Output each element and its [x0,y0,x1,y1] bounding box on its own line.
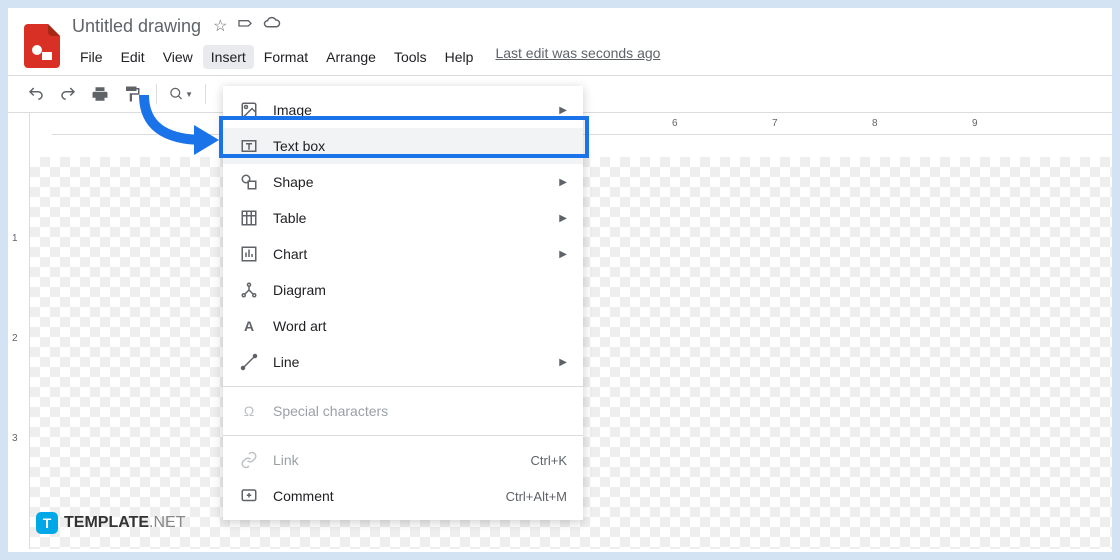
menu-label: Shape [273,174,313,190]
insert-dropdown: Image ▶ Text box Shape ▶ Table ▶ Chart ▶ Dia… [223,86,583,520]
menu-format[interactable]: Format [256,45,316,69]
separator [156,84,157,104]
wordart-icon: A [239,316,259,336]
insert-wordart[interactable]: A Word art [223,308,583,344]
separator [223,386,583,387]
paint-format-icon[interactable] [120,82,144,106]
comment-icon [239,486,259,506]
ruler-tick: 8 [872,118,878,129]
insert-comment[interactable]: Comment Ctrl+Alt+M [223,478,583,514]
app-window: Untitled drawing ☆ File Edit View Insert… [8,8,1112,552]
insert-special-chars[interactable]: Ω Special characters [223,393,583,429]
move-icon[interactable] [237,16,253,37]
shortcut: Ctrl+Alt+M [506,489,567,504]
shortcut: Ctrl+K [531,453,567,468]
insert-textbox[interactable]: Text box [223,128,583,164]
ruler-tick: 2 [12,333,18,344]
menu-label: Text box [273,138,325,154]
chevron-right-icon: ▶ [559,105,567,116]
image-icon [239,100,259,120]
menu-label: Line [273,354,299,370]
titlebar: Untitled drawing ☆ File Edit View Insert… [24,16,1096,75]
link-icon [239,450,259,470]
watermark-tld: .NET [149,514,185,531]
menu-label: Word art [273,318,326,334]
menubar: File Edit View Insert Format Arrange Too… [72,41,660,75]
last-edit-link[interactable]: Last edit was seconds ago [495,45,660,69]
chevron-right-icon: ▶ [559,213,567,224]
line-icon [239,352,259,372]
ruler-tick: 6 [672,118,678,129]
document-title[interactable]: Untitled drawing [72,16,201,37]
menu-label: Special characters [273,403,388,419]
menu-label: Comment [273,488,334,504]
watermark-brand: TEMPLATE [64,514,149,531]
ruler-tick: 3 [12,433,18,444]
ruler-tick: 9 [972,118,978,129]
insert-line[interactable]: Line ▶ [223,344,583,380]
zoom-icon[interactable]: ▼ [169,82,193,106]
menu-label: Image [273,102,312,118]
ruler-tick: 7 [772,118,778,129]
vertical-ruler: 1 2 3 [8,113,30,549]
textbox-icon [239,136,259,156]
menu-arrange[interactable]: Arrange [318,45,384,69]
menu-help[interactable]: Help [437,45,482,69]
insert-shape[interactable]: Shape ▶ [223,164,583,200]
header: Untitled drawing ☆ File Edit View Insert… [8,8,1112,75]
chart-icon [239,244,259,264]
drawings-logo [24,24,60,68]
menu-edit[interactable]: Edit [113,45,153,69]
menu-label: Diagram [273,282,326,298]
menu-label: Chart [273,246,307,262]
separator [223,435,583,436]
cloud-icon[interactable] [263,16,281,37]
chevron-right-icon: ▶ [559,249,567,260]
insert-table[interactable]: Table ▶ [223,200,583,236]
insert-chart[interactable]: Chart ▶ [223,236,583,272]
ruler-tick: 1 [12,233,18,244]
insert-link[interactable]: Link Ctrl+K [223,442,583,478]
watermark: T TEMPLATE.NET [36,512,185,534]
separator [205,84,206,104]
template-logo-icon: T [36,512,58,534]
menu-label: Table [273,210,306,226]
shape-icon [239,172,259,192]
menu-label: Link [273,452,299,468]
undo-icon[interactable] [24,82,48,106]
table-icon [239,208,259,228]
insert-diagram[interactable]: Diagram [223,272,583,308]
insert-image[interactable]: Image ▶ [223,92,583,128]
redo-icon[interactable] [56,82,80,106]
chevron-right-icon: ▶ [559,177,567,188]
menu-file[interactable]: File [72,45,111,69]
diagram-icon [239,280,259,300]
menu-insert[interactable]: Insert [203,45,254,69]
print-icon[interactable] [88,82,112,106]
omega-icon: Ω [239,401,259,421]
menu-tools[interactable]: Tools [386,45,435,69]
chevron-right-icon: ▶ [559,357,567,368]
menu-view[interactable]: View [155,45,201,69]
star-icon[interactable]: ☆ [213,16,227,37]
